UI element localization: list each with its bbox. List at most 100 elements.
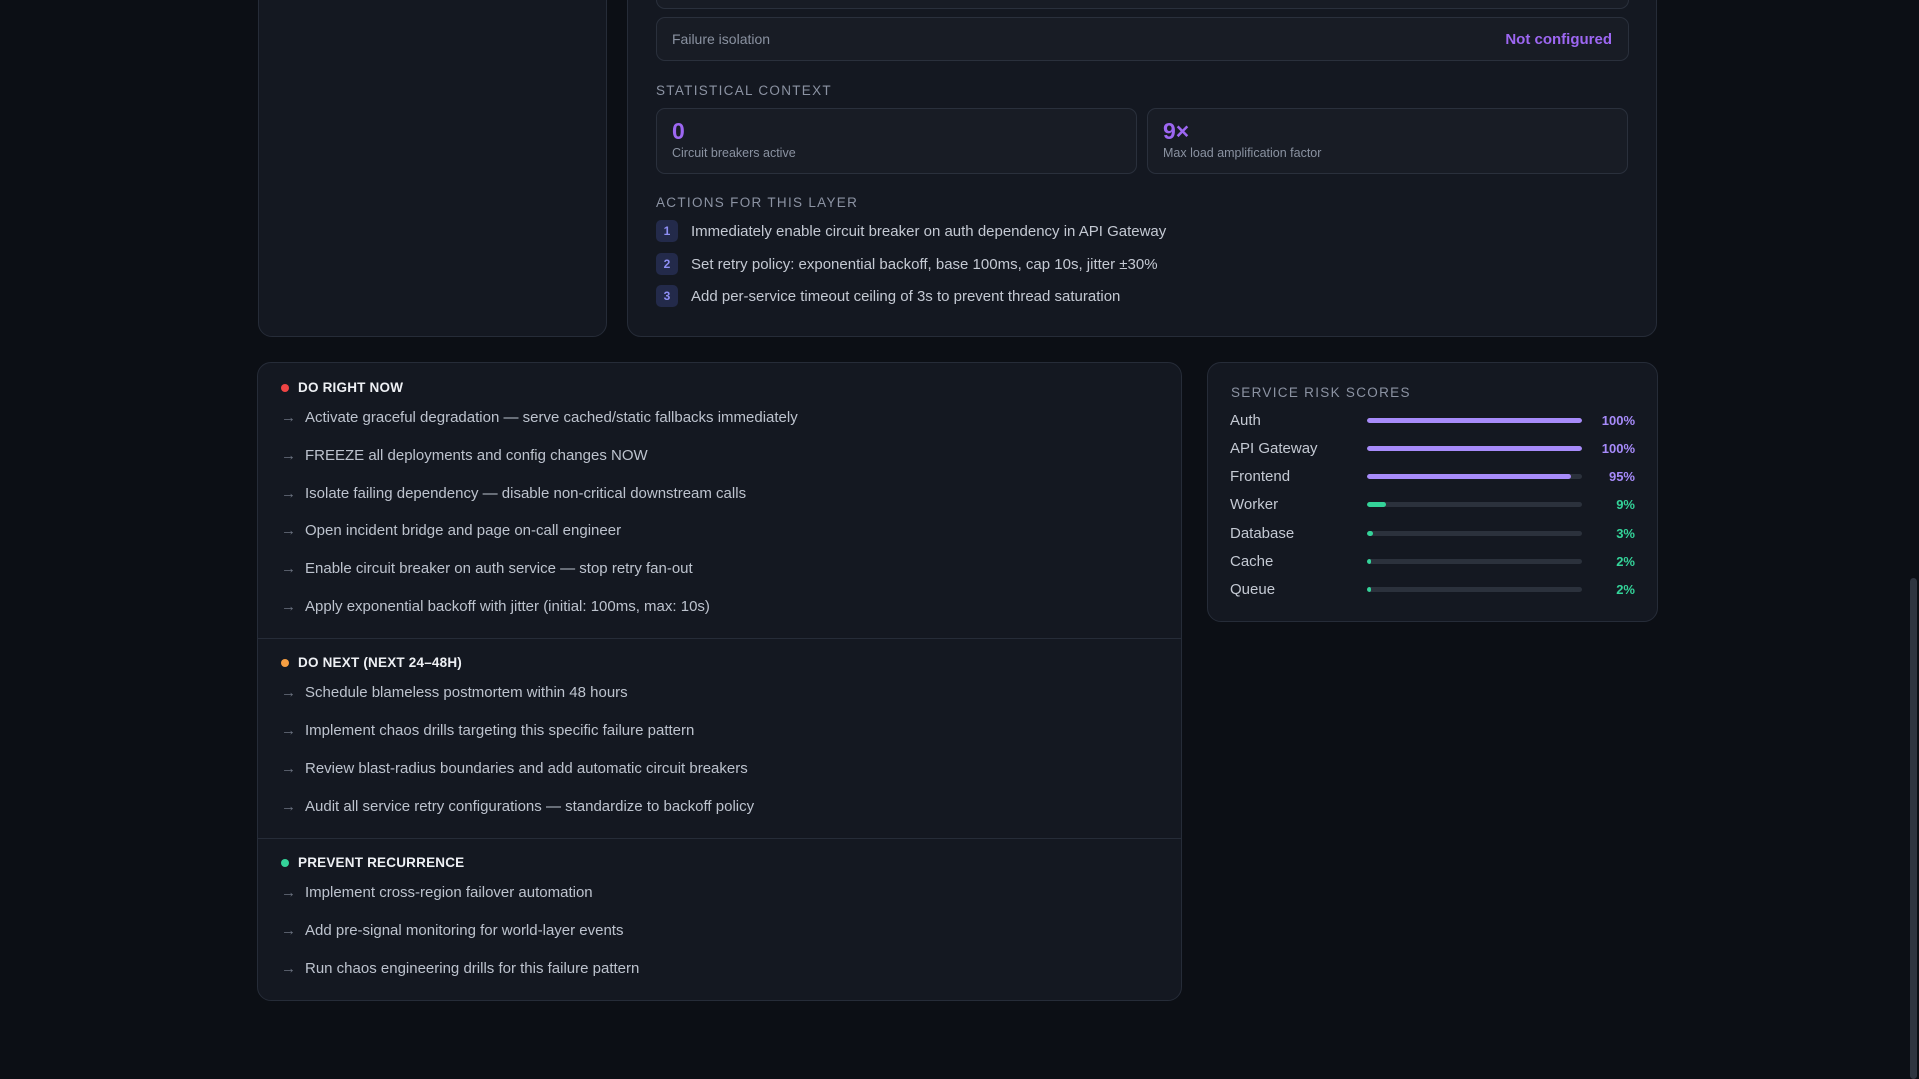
- actions-heading: ACTIONS FOR THIS LAYER: [656, 195, 859, 210]
- divider: [258, 838, 1181, 839]
- rec-text: Activate graceful degradation — serve ca…: [305, 409, 798, 426]
- rec-text: Isolate failing dependency — disable non…: [305, 485, 747, 502]
- action-text: Immediately enable circuit breaker on au…: [691, 222, 1167, 240]
- action-number-badge: 3: [656, 285, 678, 307]
- failure-isolation-status: Not configured: [1505, 30, 1612, 48]
- rec-text: Open incident bridge and page on-call en…: [305, 522, 622, 539]
- risk-bar-fill: [1367, 558, 1372, 564]
- risk-percent: 100%: [1601, 440, 1635, 456]
- risk-bar-fill: [1367, 473, 1572, 479]
- risk-bar: [1367, 473, 1582, 479]
- statistical-context-heading: STATISTICAL CONTEXT: [656, 83, 832, 98]
- risk-row: Auth 100%: [1230, 410, 1635, 430]
- list-item: → Audit all service retry configurations …: [281, 798, 754, 815]
- do-next-title: DO NEXT (NEXT 24–48H): [298, 655, 462, 670]
- risk-bar: [1367, 530, 1582, 536]
- risk-bar-fill: [1367, 445, 1582, 451]
- stat-value: 9×: [1163, 118, 1190, 144]
- risk-bar: [1367, 586, 1582, 592]
- rec-text: Implement cross-region failover automati…: [305, 884, 593, 901]
- layer-property-row: [656, 0, 1629, 9]
- risk-row: Worker 9%: [1230, 494, 1635, 514]
- risk-bar-fill: [1367, 501, 1387, 507]
- risk-percent: 2%: [1616, 553, 1635, 569]
- failure-isolation-label: Failure isolation: [672, 31, 771, 47]
- risk-row: Cache 2%: [1230, 551, 1635, 571]
- risk-percent: 100%: [1601, 412, 1635, 428]
- action-text: Add per-service timeout ceiling of 3s to…: [691, 287, 1121, 305]
- arrow-right-icon: →: [281, 884, 296, 901]
- service-name: Auth: [1230, 411, 1261, 429]
- risk-percent: 3%: [1616, 525, 1635, 541]
- list-item: → Review blast-radius boundaries and add …: [281, 760, 748, 777]
- rec-text: Add pre-signal monitoring for world-laye…: [305, 922, 624, 939]
- list-item: → Isolate failing dependency — disable no…: [281, 485, 746, 502]
- arrow-right-icon: →: [281, 722, 296, 739]
- risk-bar-fill: [1367, 530, 1374, 536]
- stat-label: Circuit breakers active: [672, 146, 796, 160]
- list-item: → Open incident bridge and page on-call e…: [281, 522, 621, 539]
- list-item: → Schedule blameless postmortem within 48…: [281, 684, 628, 701]
- list-item: → Apply exponential backoff with jitter (…: [281, 598, 710, 615]
- service-name: Frontend: [1230, 467, 1291, 485]
- arrow-right-icon: →: [281, 522, 296, 539]
- prevent-header: PREVENT RECURRENCE: [281, 855, 464, 870]
- risk-bar: [1367, 501, 1582, 507]
- risk-percent: 9%: [1616, 496, 1635, 512]
- risk-bar-fill: [1367, 417, 1582, 423]
- stat-card-circuit-breakers: 0 Circuit breakers active: [656, 108, 1137, 174]
- risk-bar-fill: [1367, 586, 1372, 592]
- arrow-right-icon: →: [281, 560, 296, 577]
- stat-value: 0: [672, 118, 685, 144]
- rec-text: FREEZE all deployments and config change…: [305, 447, 648, 464]
- arrow-right-icon: →: [281, 447, 296, 464]
- arrow-right-icon: →: [281, 598, 296, 615]
- action-text: Set retry policy: exponential backoff, b…: [691, 255, 1158, 273]
- status-dot-red: [281, 383, 289, 392]
- rec-text: Review blast-radius boundaries and add a…: [305, 760, 748, 777]
- risk-row: API Gateway 100%: [1230, 438, 1635, 458]
- arrow-right-icon: →: [281, 760, 296, 777]
- rec-text: Implement chaos drills targeting this sp…: [305, 722, 695, 739]
- rec-text: Enable circuit breaker on auth service —…: [305, 560, 693, 577]
- failure-isolation-row: Failure isolation Not configured: [656, 17, 1629, 61]
- stat-label: Max load amplification factor: [1163, 146, 1322, 160]
- service-name: Queue: [1230, 580, 1276, 598]
- list-item: → Implement chaos drills targeting this s…: [281, 722, 694, 739]
- status-dot-green: [281, 858, 289, 867]
- left-panel: [258, 0, 607, 337]
- rec-text: Apply exponential backoff with jitter (i…: [305, 598, 710, 615]
- action-item: 1 Immediately enable circuit breaker on …: [656, 220, 1166, 242]
- scrollbar-thumb[interactable]: [1910, 578, 1917, 1079]
- prevent-title: PREVENT RECURRENCE: [298, 855, 465, 870]
- list-item: → FREEZE all deployments and config chang…: [281, 447, 648, 464]
- list-item: → Enable circuit breaker on auth service …: [281, 560, 693, 577]
- risk-bar: [1367, 417, 1582, 423]
- do-next-header: DO NEXT (NEXT 24–48H): [281, 655, 462, 670]
- risk-percent: 95%: [1608, 468, 1635, 484]
- risk-bar: [1367, 445, 1582, 451]
- rec-text: Schedule blameless postmortem within 48 …: [305, 684, 628, 701]
- divider: [258, 638, 1181, 639]
- list-item: → Run chaos engineering drills for this f…: [281, 960, 639, 977]
- do-now-title: DO RIGHT NOW: [298, 380, 404, 395]
- arrow-right-icon: →: [281, 922, 296, 939]
- rec-text: Run chaos engineering drills for this fa…: [305, 960, 640, 977]
- action-number-badge: 1: [656, 220, 678, 242]
- service-name: Database: [1230, 524, 1295, 542]
- action-item: 3 Add per-service timeout ceiling of 3s …: [656, 285, 1120, 307]
- scrollbar[interactable]: [1907, 0, 1919, 1079]
- service-name: Worker: [1230, 495, 1279, 513]
- list-item: → Implement cross-region failover automat…: [281, 884, 593, 901]
- recommendations-panel: DO RIGHT NOW → Activate graceful degradat…: [257, 362, 1182, 1001]
- arrow-right-icon: →: [281, 798, 296, 815]
- arrow-right-icon: →: [281, 960, 296, 977]
- service-name: API Gateway: [1230, 439, 1318, 457]
- arrow-right-icon: →: [281, 409, 296, 426]
- service-name: Cache: [1230, 552, 1274, 570]
- risk-row: Queue 2%: [1230, 579, 1635, 599]
- risk-bar: [1367, 558, 1582, 564]
- list-item: → Add pre-signal monitoring for world-lay…: [281, 922, 623, 939]
- arrow-right-icon: →: [281, 684, 296, 701]
- action-number-badge: 2: [656, 253, 678, 275]
